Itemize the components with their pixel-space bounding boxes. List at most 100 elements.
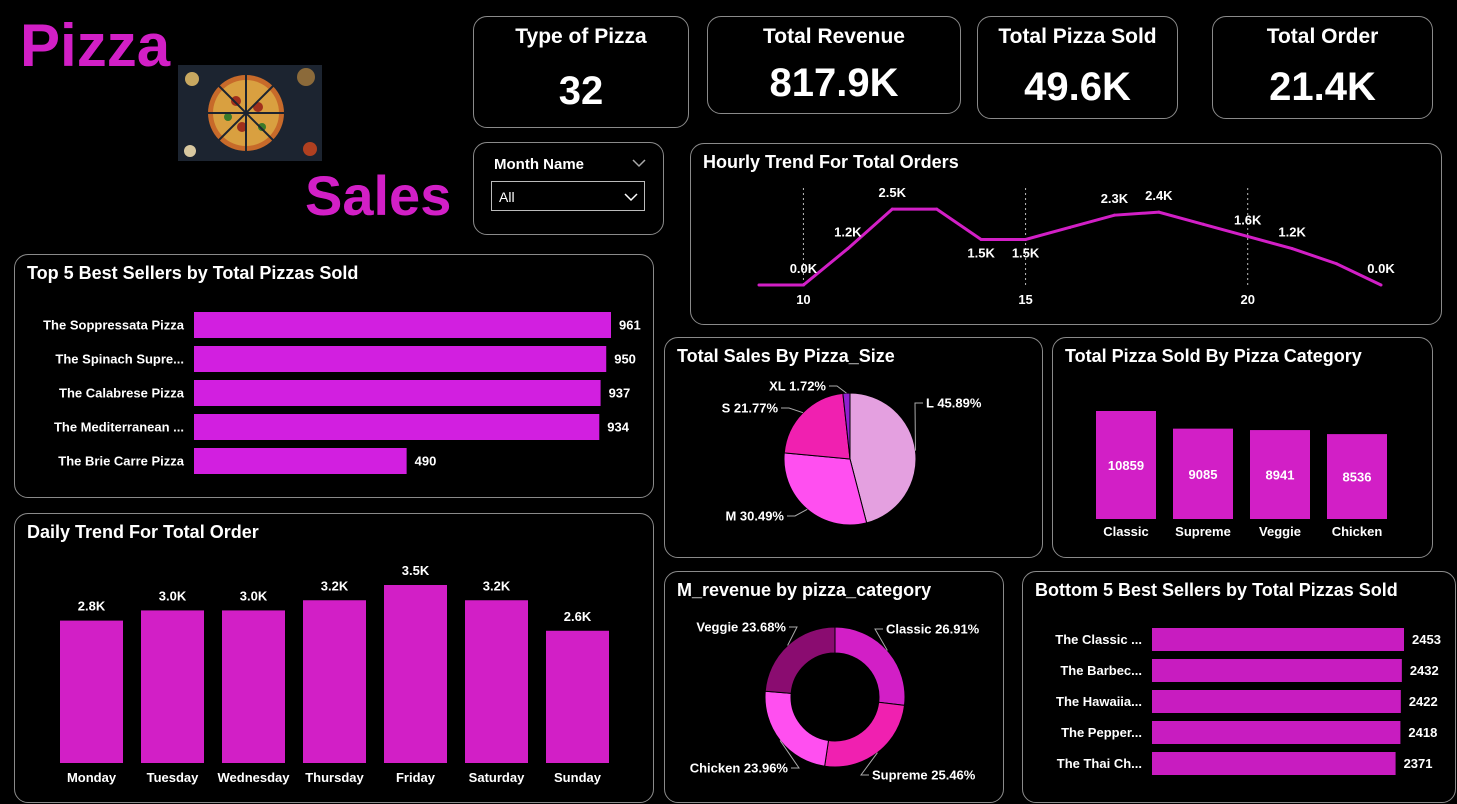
data-label: 3.0K xyxy=(159,588,187,603)
data-label: 490 xyxy=(415,454,437,469)
slice-label: Veggie 23.68% xyxy=(696,620,786,635)
revenue-category-card: M_revenue by pizza_category Classic 26.9… xyxy=(664,571,1004,803)
data-point xyxy=(979,237,983,241)
bar xyxy=(1152,690,1401,713)
series-line xyxy=(759,207,1382,287)
pizza-category-chart: 10859 Classic 9085 Supreme 8941 Veggie 8536 Chi… xyxy=(1096,411,1387,539)
bar xyxy=(194,414,600,440)
pizza-size-card: Total Sales By Pizza_Size L 45.89% M 30.4… xyxy=(664,337,1043,558)
data-label: 2418 xyxy=(1408,725,1437,740)
daily-trend-chart: 2.8K Monday 3.0K Tuesday 3.0K Wednesday 3.2K Th… xyxy=(60,563,609,785)
data-label: 1.2K xyxy=(834,225,862,240)
data-label: 2.3K xyxy=(1101,191,1129,206)
data-label: 2.4K xyxy=(1145,188,1173,203)
month-dropdown-value: All xyxy=(499,189,515,205)
x-tick-label: 20 xyxy=(1240,292,1254,307)
slice-label: L 45.89% xyxy=(926,396,982,411)
data-label: 3.2K xyxy=(483,578,511,593)
bar xyxy=(60,620,123,763)
pizza-size-chart: L 45.89% M 30.49% S 21.77% XL 1.72% xyxy=(722,379,982,526)
data-label: 2.5K xyxy=(879,185,907,200)
category-label: The Pepper... xyxy=(1061,725,1142,740)
data-point xyxy=(757,283,761,287)
category-label: Friday xyxy=(396,770,436,785)
category-label: Supreme xyxy=(1175,524,1231,539)
kpi-value: 21.4K xyxy=(1269,65,1376,109)
kpi-title: Total Revenue xyxy=(763,25,905,48)
bar xyxy=(141,610,204,763)
data-label: 3.2K xyxy=(321,578,349,593)
data-label: 3.5K xyxy=(402,563,430,578)
chevron-down-icon[interactable] xyxy=(632,159,646,168)
category-label: Classic xyxy=(1103,524,1149,539)
kpi-value: 32 xyxy=(558,69,604,113)
data-point xyxy=(890,207,894,211)
data-label: 2432 xyxy=(1410,663,1439,678)
slice-label: Supreme 25.46% xyxy=(872,768,976,783)
kpi-card-type-of-pizza: Type of Pizza 32 xyxy=(473,16,689,128)
category-label: Sunday xyxy=(554,770,602,785)
hourly-trend-chart: 10 15 20 0.0K 1.2K 2.5K 1.5K 1.5K 2.3K 2.4K 1.6K 1.… xyxy=(757,185,1395,307)
bar xyxy=(194,448,407,474)
category-label: The Mediterranean ... xyxy=(54,420,184,435)
data-point xyxy=(1246,234,1250,238)
top5-chart: The Soppressata Pizza 961 The Spinach Supr… xyxy=(43,312,641,474)
data-point xyxy=(935,207,939,211)
data-label: 950 xyxy=(614,352,636,367)
bar xyxy=(194,380,601,406)
data-point xyxy=(1335,262,1339,266)
kpi-title: Total Order xyxy=(1266,25,1379,48)
data-label: 9085 xyxy=(1189,467,1218,482)
data-label: 961 xyxy=(619,318,641,333)
data-label: 0.0K xyxy=(1367,261,1395,276)
data-label: 2453 xyxy=(1412,632,1441,647)
bottom5-chart: The Classic ... 2453 The Barbec... 2432 The … xyxy=(1055,628,1441,775)
pizza-category-card: Total Pizza Sold By Pizza Category 10859… xyxy=(1052,337,1433,558)
data-label: 934 xyxy=(607,420,629,435)
slice-label: S 21.77% xyxy=(722,401,779,416)
kpi-value: 49.6K xyxy=(1024,65,1131,109)
category-label: The Thai Ch... xyxy=(1057,756,1142,771)
x-tick-label: 10 xyxy=(796,292,810,307)
data-point xyxy=(1157,210,1161,214)
category-label: Chicken xyxy=(1332,524,1383,539)
data-label: 10859 xyxy=(1108,458,1144,473)
revenue-category-chart: Classic 26.91% Supreme 25.46% Chicken 23.9… xyxy=(690,620,980,783)
hourly-trend-card: Hourly Trend For Total Orders 10 15 20 0.0K… xyxy=(690,143,1442,325)
brand-title: Pizza xyxy=(20,12,171,79)
slice xyxy=(834,626,906,706)
x-tick-label: 15 xyxy=(1018,292,1032,307)
top5-card: Top 5 Best Sellers by Total Pizzas Sold … xyxy=(14,254,654,498)
kpi-card-total-revenue: Total Revenue 817.9K xyxy=(707,16,961,114)
category-label: The Spinach Supre... xyxy=(55,352,184,367)
data-label: 0.0K xyxy=(790,261,818,276)
data-label: 2.8K xyxy=(78,599,106,614)
bar xyxy=(194,346,607,372)
slice xyxy=(764,690,830,767)
leader-line xyxy=(781,407,804,414)
category-label: The Brie Carre Pizza xyxy=(58,454,184,469)
bar xyxy=(1152,721,1401,744)
data-point xyxy=(1068,225,1072,229)
bar xyxy=(1152,628,1404,651)
slice-label: M 30.49% xyxy=(725,509,784,524)
bar xyxy=(222,610,285,763)
data-point xyxy=(801,283,805,287)
data-label: 1.6K xyxy=(1234,212,1262,227)
brand-subtitle: Sales xyxy=(305,164,452,227)
data-label: 2422 xyxy=(1409,694,1438,709)
bar xyxy=(1152,752,1396,775)
leader-line xyxy=(914,402,923,451)
data-point xyxy=(1290,247,1294,251)
data-label: 8536 xyxy=(1343,470,1372,485)
month-dropdown[interactable]: All xyxy=(491,181,645,211)
bar xyxy=(1152,659,1402,682)
data-label: 2.6K xyxy=(564,609,592,624)
category-label: The Barbec... xyxy=(1060,663,1142,678)
bar xyxy=(384,585,447,763)
chevron-down-icon xyxy=(624,193,638,202)
category-label: Veggie xyxy=(1259,524,1301,539)
leader-line xyxy=(787,508,808,517)
data-point xyxy=(846,247,850,251)
month-name-slicer[interactable]: Month Name All xyxy=(473,142,664,235)
